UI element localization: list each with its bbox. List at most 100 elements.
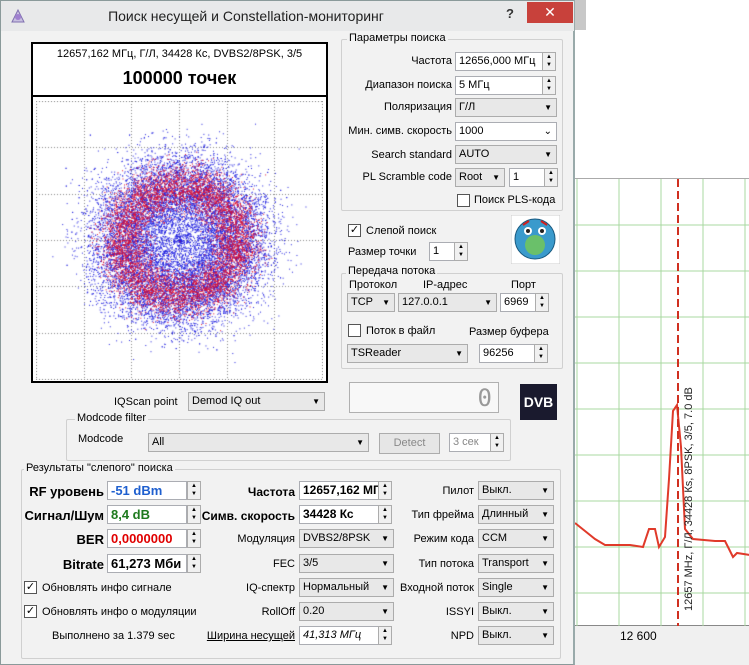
detect-button[interactable]: Detect (379, 433, 440, 454)
update-signal-checkbox[interactable]: ✓ (24, 581, 37, 594)
crazy-scan-logo (511, 215, 560, 264)
dot-size-spinner[interactable]: ▲ ▼ (454, 242, 468, 261)
freq-input[interactable]: 12656,000 МГц (455, 52, 543, 71)
elapsed-time: Выполнено за 1.379 sec (52, 630, 175, 642)
bitrate-spinner[interactable]: ▲ ▼ (187, 554, 201, 573)
modcode-label: Modcode (78, 433, 124, 445)
constellation-panel: 12657,162 МГц, Г/Л, 34428 Кс, DVBS2/8PSK… (31, 42, 328, 383)
min-symrate-select[interactable]: 1000 ⌄ (455, 122, 557, 141)
freq-spinner[interactable]: ▲ ▼ (542, 52, 556, 71)
protocol-select[interactable]: TCP ▼ (347, 293, 395, 312)
spectrum-axis: 12 600 (575, 626, 749, 665)
rolloff-select[interactable]: 0.20 ▼ (299, 602, 394, 621)
bandwidth-label[interactable]: Ширина несущей (201, 630, 295, 642)
rolloff-value: 0.20 (303, 605, 325, 617)
chevron-down-icon: ▼ (492, 173, 500, 182)
port-spinner[interactable]: ▲ ▼ (535, 293, 549, 312)
iq-spectrum-select[interactable]: Нормальный ▼ (299, 578, 394, 597)
ip-value: 127.0.0.1 (402, 296, 448, 308)
bandwidth-spinner[interactable]: ▲ ▼ (378, 626, 392, 645)
input-stream-label: Входной поток (400, 582, 474, 594)
issyi-value: Выкл. (482, 605, 512, 617)
lcd-counter: 0 (349, 382, 499, 413)
polarization-value: Г/Л (459, 101, 476, 113)
help-button[interactable]: ? (497, 3, 523, 25)
bitrate-label: Bitrate (62, 557, 104, 572)
range-input[interactable]: 5 МГц (455, 76, 543, 95)
pls-label: PL Scramble code (362, 171, 452, 183)
search-standard-label: Search standard (371, 149, 452, 161)
constellation-plot (36, 101, 323, 380)
close-button[interactable]: ✕ (527, 2, 573, 23)
code-mode-select[interactable]: CCM ▼ (478, 529, 554, 548)
blind-search-label: Слепой поиск (366, 225, 437, 237)
dvb-logo: DVB (520, 384, 557, 420)
snr-value: 8,4 dB (107, 505, 187, 524)
ber-spinner[interactable]: ▲ ▼ (187, 529, 201, 548)
issyi-select[interactable]: Выкл. ▼ (478, 602, 554, 621)
dot-size-label: Размер точки (348, 246, 417, 258)
modcode-title: Modcode filter (75, 412, 149, 424)
search-standard-select[interactable]: AUTO ▼ (455, 145, 557, 164)
npd-value: Выкл. (482, 629, 512, 641)
to-file-label: Поток в файл (366, 325, 436, 337)
window-title: Поиск несущей и Constellation-мониторинг (108, 8, 384, 24)
fec-value: 3/5 (303, 557, 319, 569)
spectrum-trace (574, 402, 749, 559)
port-label: Порт (511, 279, 536, 291)
port-input[interactable]: 6969 (500, 293, 536, 312)
npd-label: NPD (450, 630, 474, 642)
result-symrate-label: Симв. скорость (201, 509, 295, 523)
pls-mode-select[interactable]: Root ▼ (455, 168, 505, 187)
chevron-down-icon: ▼ (544, 150, 552, 159)
modcode-value: All (152, 436, 165, 448)
modulation-select[interactable]: DVBS2/8PSK ▼ (299, 529, 394, 548)
polarization-label: Поляризация (384, 101, 452, 113)
npd-select[interactable]: Выкл. ▼ (478, 626, 554, 645)
stream-target-select[interactable]: TSReader ▼ (347, 344, 468, 363)
chevron-down-icon: ▼ (381, 559, 389, 568)
pls-code-input[interactable]: 1 (509, 168, 545, 187)
spectrum-window: 12657 MHz, Г/Л, 34428 Кs, 8PSK, 3/5, 7.0… (574, 0, 749, 665)
result-symrate-value: 34428 Кс (299, 505, 379, 524)
blind-search-checkbox[interactable]: ✓ (348, 224, 361, 237)
stream-type-label: Тип потока (418, 558, 474, 570)
result-symrate-spinner[interactable]: ▲ ▼ (378, 505, 392, 524)
modcode-select[interactable]: All ▼ (148, 433, 369, 452)
pilot-select[interactable]: Выкл. ▼ (478, 481, 554, 500)
chevron-down-icon: ▼ (541, 486, 549, 495)
update-modulation-checkbox[interactable]: ✓ (24, 605, 37, 618)
pls-code-spinner[interactable]: ▲ ▼ (544, 168, 558, 187)
detect-timeout-input[interactable]: 3 сек (449, 433, 491, 452)
spectrum-close-area[interactable] (575, 0, 586, 30)
spectrum-tick-label: 12 600 (620, 629, 657, 643)
result-freq-spinner[interactable]: ▲ ▼ (378, 481, 392, 500)
chevron-down-icon: ⌄ (543, 126, 552, 137)
fec-select[interactable]: 3/5 ▼ (299, 554, 394, 573)
constellation-info: 12657,162 МГц, Г/Л, 34428 Кс, DVBS2/8PSK… (56, 48, 303, 60)
to-file-checkbox[interactable] (348, 324, 361, 337)
frame-type-select[interactable]: Длинный ▼ (478, 505, 554, 524)
input-stream-select[interactable]: Single ▼ (478, 578, 554, 597)
buffer-size-input[interactable]: 96256 (479, 344, 535, 363)
buffer-size-spinner[interactable]: ▲ ▼ (534, 344, 548, 363)
iqscan-point-select[interactable]: Demod IQ out ▼ (188, 392, 325, 411)
constellation-points-count: 100000 точек (122, 68, 237, 88)
protocol-label: Протокол (349, 279, 398, 291)
polarization-select[interactable]: Г/Л ▼ (455, 98, 557, 117)
ip-select[interactable]: 127.0.0.1 ▼ (398, 293, 497, 312)
results-title: Результаты "слепого" поиска (24, 462, 175, 474)
frame-type-value: Длинный (482, 508, 529, 520)
pls-search-checkbox[interactable] (457, 194, 470, 207)
range-spinner[interactable]: ▲ ▼ (542, 76, 556, 95)
dot-size-input[interactable]: 1 (429, 242, 455, 261)
detect-timeout-spinner[interactable]: ▲ ▼ (490, 433, 504, 452)
pls-mode-value: Root (459, 171, 483, 183)
spectrum-svg: 12657 MHz, Г/Л, 34428 Кs, 8PSK, 3/5, 7.0… (574, 179, 749, 627)
search-params-title: Параметры поиска (347, 32, 448, 44)
iq-spectrum-value: Нормальный (303, 581, 370, 593)
snr-spinner[interactable]: ▲ ▼ (187, 505, 201, 524)
carrier-search-window: Поиск несущей и Constellation-мониторинг… (0, 0, 575, 665)
stream-type-select[interactable]: Transport ▼ (478, 554, 554, 573)
rf-level-spinner[interactable]: ▲ ▼ (187, 481, 201, 500)
